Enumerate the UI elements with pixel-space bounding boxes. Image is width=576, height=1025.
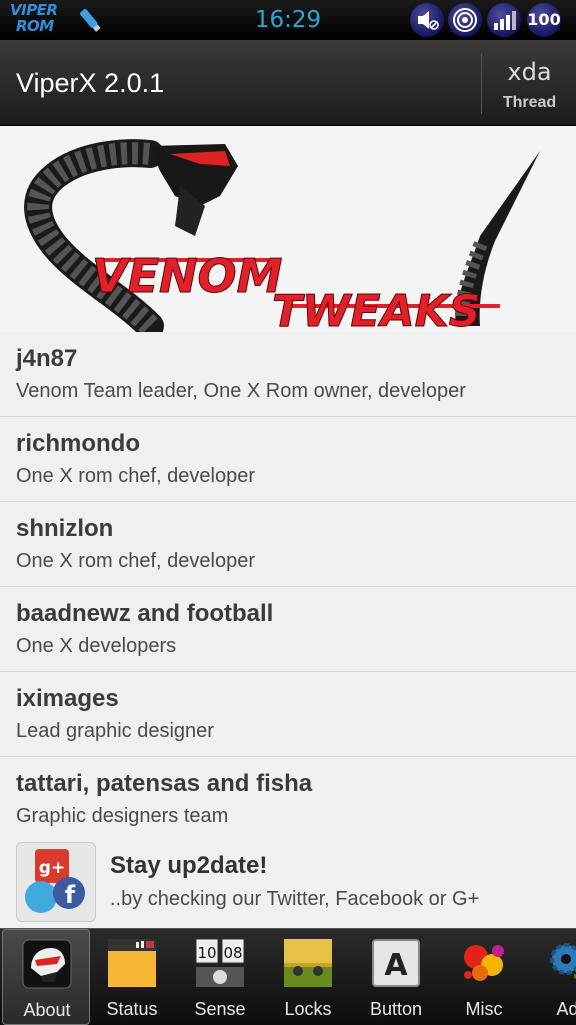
list-item[interactable]: richmondo One X rom chef, developer — [0, 417, 576, 502]
xda-logo: xda — [507, 58, 552, 86]
tab-button[interactable]: A Button — [352, 929, 440, 1025]
svg-text:08: 08 — [223, 944, 242, 962]
tab-label: Status — [106, 999, 158, 1019]
battery-icon: 100 — [527, 3, 561, 37]
tab-advanced[interactable]: Adv — [528, 929, 576, 1025]
credit-role: One X developers — [16, 635, 177, 657]
credit-role: One X rom chef, developer — [16, 550, 256, 572]
gears-icon — [550, 943, 576, 982]
sound-mute-icon — [410, 3, 444, 37]
list-item[interactable]: iximages Lead graphic designer — [0, 672, 576, 757]
credit-name: richmondo — [16, 430, 140, 457]
credit-name: tattari, patensas and fisha — [16, 770, 313, 797]
credit-name: shnizlon — [16, 515, 114, 542]
banner-venom-text: VENOM — [92, 249, 282, 303]
credit-role: Venom Team leader, One X Rom owner, deve… — [16, 380, 466, 402]
tab-label: Adv — [556, 999, 576, 1019]
banner-tweaks-text: TWEAKS — [272, 286, 480, 332]
app-title: ViperX 2.0.1 — [16, 68, 165, 98]
svg-text:10: 10 — [197, 944, 216, 962]
gplus-icon: g+ — [39, 858, 65, 878]
status-bar-icon — [108, 939, 156, 987]
letter-button-icon: A — [372, 939, 420, 987]
social-networks-icon: g+ f — [16, 842, 96, 922]
social-subtitle: ..by checking our Twitter, Facebook or G… — [110, 888, 480, 910]
tab-status[interactable]: Status — [88, 929, 176, 1025]
list-item[interactable]: shnizlon One X rom chef, developer — [0, 502, 576, 587]
credit-role: Graphic designers team — [16, 805, 229, 827]
credit-name: baadnewz and football — [16, 600, 274, 627]
tab-misc[interactable]: Misc — [440, 929, 528, 1025]
paint-splash-icon — [464, 945, 504, 981]
wifi-icon — [448, 3, 482, 37]
battery-level: 100 — [527, 10, 561, 29]
venom-tweaks-banner: VENOM TWEAKS — [0, 126, 576, 332]
list-item[interactable]: j4n87 Venom Team leader, One X Rom owner… — [0, 332, 576, 417]
xda-thread-label: Thread — [502, 94, 557, 111]
button-icon-letter: A — [384, 948, 408, 983]
credit-name: j4n87 — [16, 345, 78, 372]
clock-widget-icon: 10 08 — [195, 938, 245, 987]
tab-locks[interactable]: Locks — [264, 929, 352, 1025]
status-bar: VIPER ROM 16:29 100 — [0, 0, 576, 40]
social-title: Stay up2date! — [110, 852, 268, 879]
tab-about[interactable]: About — [2, 929, 90, 1025]
credit-role: One X rom chef, developer — [16, 465, 256, 487]
tab-label: Misc — [465, 999, 503, 1019]
action-bar: ViperX 2.0.1 xda Thread — [0, 40, 576, 126]
svg-text:f: f — [65, 881, 76, 909]
bottom-tab-bar: About Status 10 08 Sense Locks A Button … — [0, 928, 576, 1025]
tab-sense[interactable]: 10 08 Sense — [176, 929, 264, 1025]
list-item[interactable]: tattari, patensas and fisha Graphic desi… — [0, 757, 576, 842]
tab-label: About — [23, 1000, 71, 1020]
venom-helmet-icon — [22, 939, 72, 989]
social-links-row[interactable]: g+ f Stay up2date! ..by checking our Twi… — [0, 840, 576, 926]
xda-thread-button[interactable]: xda Thread — [481, 54, 576, 114]
credit-role: Lead graphic designer — [16, 720, 214, 742]
tab-label: Sense — [194, 999, 246, 1019]
list-item[interactable]: baadnewz and football One X developers — [0, 587, 576, 672]
credit-name: iximages — [16, 685, 119, 712]
tab-label: Button — [369, 999, 423, 1019]
tab-label: Locks — [284, 999, 332, 1019]
signal-icon — [487, 3, 521, 37]
lockscreen-icon — [284, 939, 332, 987]
credits-list: j4n87 Venom Team leader, One X Rom owner… — [0, 332, 576, 842]
snake-logo: VENOM TWEAKS — [24, 139, 540, 332]
